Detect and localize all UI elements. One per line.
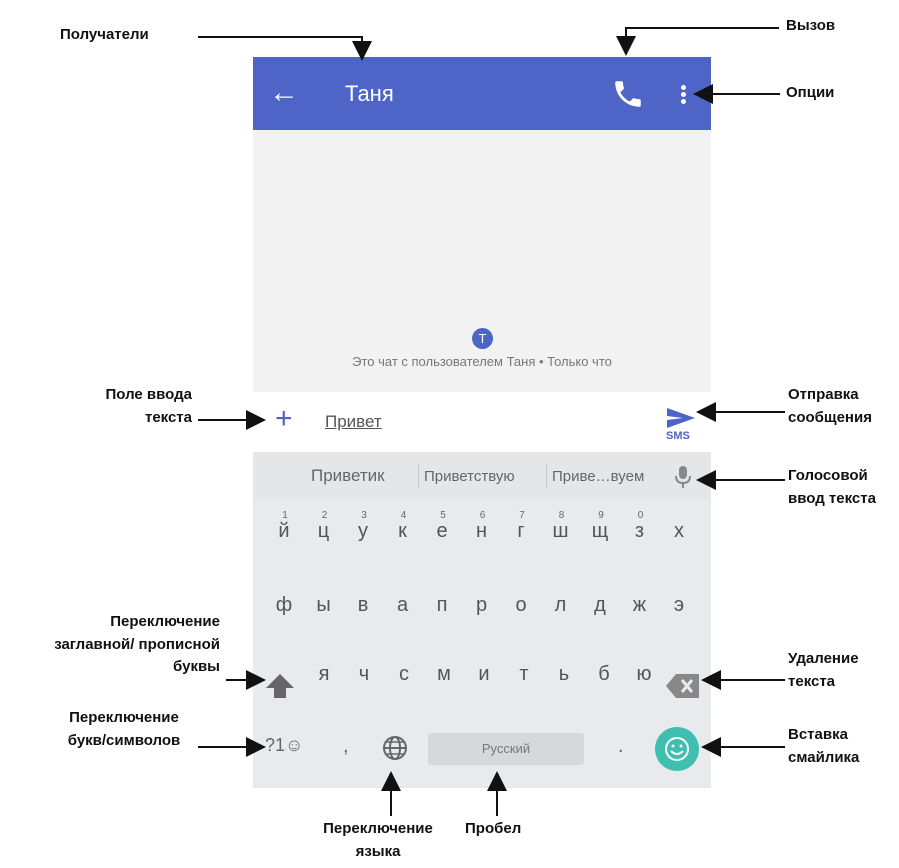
key[interactable]: з bbox=[621, 520, 659, 543]
key[interactable]: й bbox=[265, 520, 303, 543]
label-recipients: Получатели bbox=[60, 26, 149, 43]
key[interactable]: о bbox=[502, 594, 540, 617]
key-number-hint: 3 bbox=[361, 510, 367, 521]
emoji-icon[interactable] bbox=[655, 727, 699, 771]
key[interactable]: в bbox=[344, 594, 382, 617]
message-composer: + Привет SMS bbox=[253, 392, 711, 452]
key[interactable]: ц bbox=[305, 520, 343, 543]
keyboard: Приветик Приветствую Приве…вуем ?1☺ , Ру… bbox=[253, 452, 711, 788]
key[interactable]: п bbox=[423, 594, 461, 617]
key[interactable]: ы bbox=[305, 594, 343, 617]
key[interactable]: ш bbox=[542, 520, 580, 543]
key[interactable]: ф bbox=[265, 594, 303, 617]
microphone-icon[interactable] bbox=[671, 464, 695, 490]
key[interactable]: е bbox=[423, 520, 461, 543]
suggestion-item[interactable]: Приветствую bbox=[424, 468, 515, 485]
key[interactable]: ч bbox=[345, 663, 383, 686]
attach-plus-icon[interactable]: + bbox=[275, 404, 293, 434]
label-options: Опции bbox=[786, 84, 835, 101]
key[interactable]: н bbox=[463, 520, 501, 543]
key-number-hint: 4 bbox=[400, 510, 407, 521]
label-space: Пробел bbox=[465, 820, 522, 837]
key-number-hint: 6 bbox=[479, 510, 486, 521]
backspace-icon[interactable] bbox=[665, 672, 701, 700]
label-symbols-switch: Переключение букв/символов bbox=[67, 709, 181, 749]
key-number-hint: 0 bbox=[637, 510, 644, 521]
key[interactable]: щ bbox=[581, 520, 619, 543]
label-insert-emoji: Вставка смайлика bbox=[788, 726, 860, 766]
label-language-switch: Переключение языка bbox=[323, 820, 433, 860]
contact-name[interactable]: Таня bbox=[345, 81, 394, 107]
key-number-hint: 7 bbox=[519, 510, 525, 521]
key[interactable]: л bbox=[542, 594, 580, 617]
label-delete-text: Удаление текста bbox=[788, 650, 859, 690]
label-send-message: Отправка сообщения bbox=[788, 386, 872, 426]
space-key[interactable]: Русский bbox=[428, 733, 584, 765]
key[interactable]: я bbox=[305, 663, 343, 686]
key[interactable]: ж bbox=[621, 594, 659, 617]
label-call: Вызов bbox=[786, 17, 836, 34]
shift-icon[interactable] bbox=[263, 671, 297, 701]
key[interactable]: э bbox=[660, 594, 698, 617]
key[interactable]: х bbox=[660, 520, 698, 543]
key-number-hint: 2 bbox=[321, 510, 328, 521]
symbols-key[interactable]: ?1☺ bbox=[265, 735, 303, 756]
label-case-switch: Переключение заглавной/ прописной буквы bbox=[54, 613, 220, 675]
key-number-hint: 1 bbox=[282, 510, 288, 521]
send-type-label: SMS bbox=[666, 430, 690, 442]
key[interactable]: р bbox=[463, 594, 501, 617]
chat-area: T Это чат с пользователем Таня • Только … bbox=[253, 130, 711, 392]
suggestion-divider bbox=[418, 464, 419, 488]
chat-info-text: Это чат с пользователем Таня • Только чт… bbox=[352, 354, 612, 369]
key-number-hint: 8 bbox=[558, 510, 565, 521]
phone-screen: ← Таня T Это чат с пользователем Таня • … bbox=[253, 57, 711, 788]
key[interactable]: т bbox=[505, 663, 543, 686]
message-input[interactable]: Привет bbox=[325, 412, 382, 432]
period-key[interactable]: . bbox=[618, 735, 624, 758]
key-number-hint: 9 bbox=[598, 510, 604, 521]
suggestion-item[interactable]: Приветик bbox=[311, 466, 385, 486]
key[interactable]: ю bbox=[625, 663, 663, 686]
suggestion-bar: Приветик Приветствую Приве…вуем bbox=[253, 452, 711, 500]
label-voice-input: Голосовой ввод текста bbox=[788, 467, 876, 507]
suggestion-item[interactable]: Приве…вуем bbox=[552, 468, 644, 485]
avatar: T bbox=[472, 328, 493, 349]
phone-call-icon[interactable] bbox=[611, 77, 645, 111]
suggestion-divider bbox=[546, 464, 547, 488]
key[interactable]: у bbox=[344, 520, 382, 543]
app-bar: ← Таня bbox=[253, 57, 711, 130]
key[interactable]: а bbox=[384, 594, 422, 617]
key[interactable]: г bbox=[502, 520, 540, 543]
key[interactable]: к bbox=[384, 520, 422, 543]
key-number-hint: 5 bbox=[440, 510, 446, 521]
globe-icon[interactable] bbox=[381, 734, 409, 762]
label-input-field: Поле ввода текста bbox=[105, 386, 192, 426]
key[interactable]: м bbox=[425, 663, 463, 686]
more-options-icon[interactable] bbox=[669, 77, 699, 111]
comma-key[interactable]: , bbox=[343, 735, 349, 758]
key[interactable]: и bbox=[465, 663, 503, 686]
key[interactable]: б bbox=[585, 663, 623, 686]
key[interactable]: д bbox=[581, 594, 619, 617]
back-arrow-icon[interactable]: ← bbox=[269, 75, 303, 111]
key[interactable]: ь bbox=[545, 663, 583, 686]
key[interactable]: с bbox=[385, 663, 423, 686]
